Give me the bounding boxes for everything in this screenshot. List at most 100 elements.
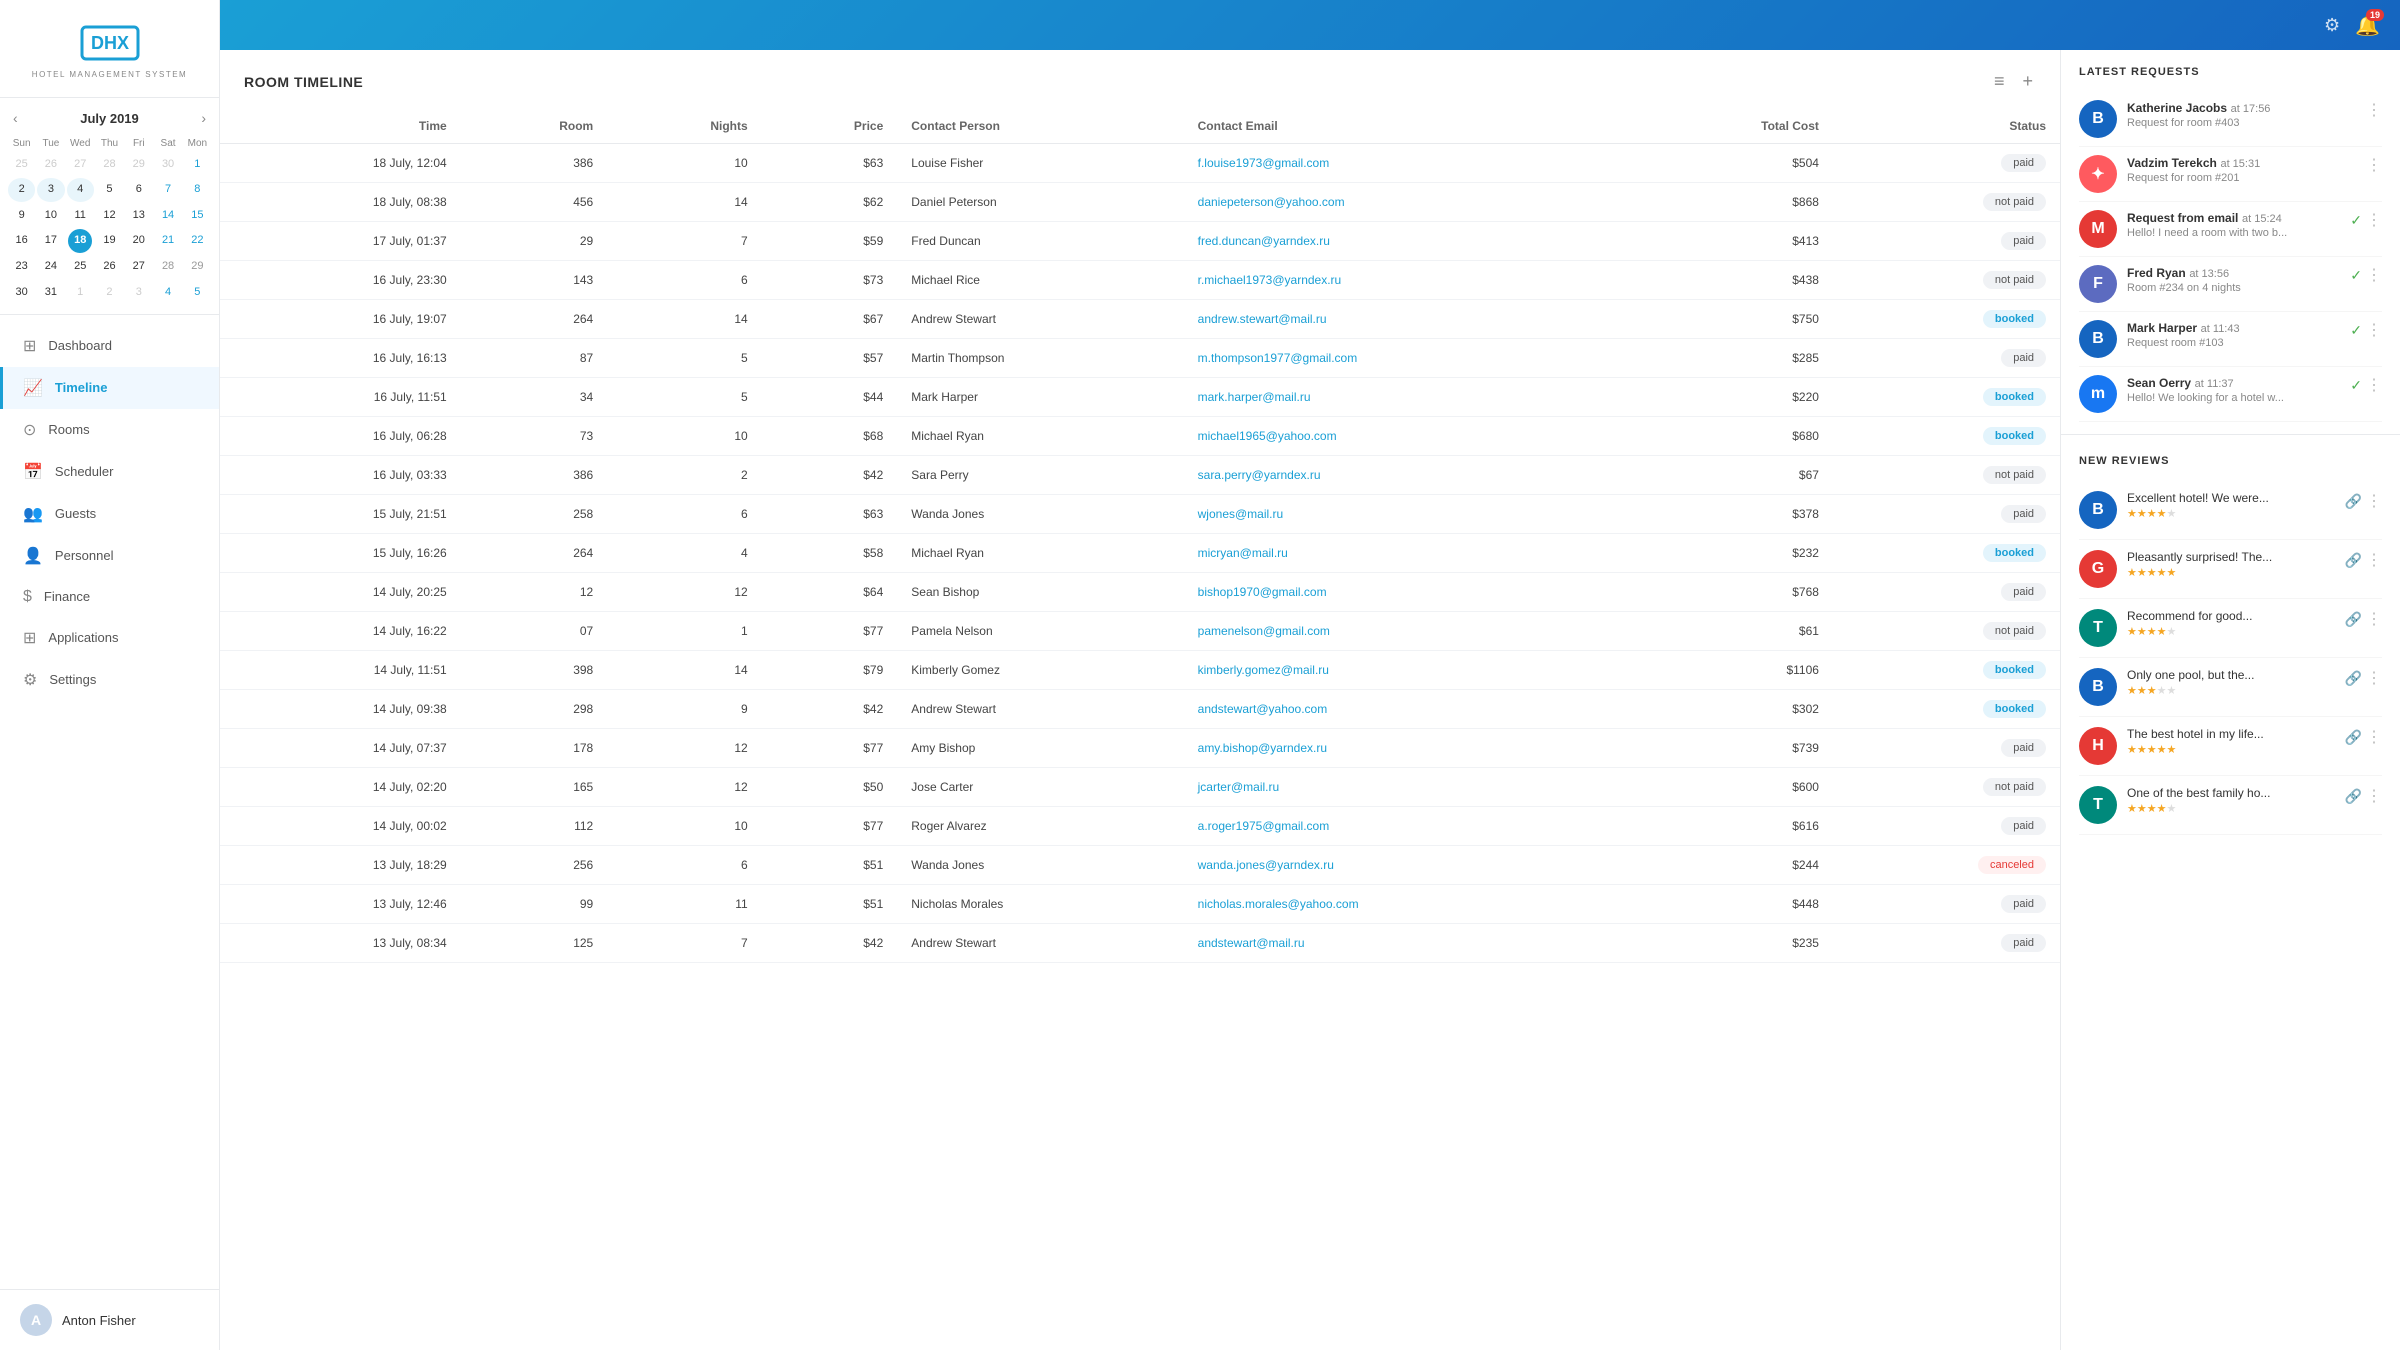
cal-day[interactable]: 26 <box>96 255 123 278</box>
table-row[interactable]: 16 July, 06:28 73 10 $68 Michael Ryan mi… <box>220 417 2060 456</box>
sidebar-item-dashboard[interactable]: ⊞ Dashboard <box>0 325 219 367</box>
table-row[interactable]: 16 July, 16:13 87 5 $57 Martin Thompson … <box>220 339 2060 378</box>
review-item[interactable]: B Excellent hotel! We were... ★★★★★ 🔗 ⋮ <box>2079 481 2382 540</box>
link-icon[interactable]: 🔗 <box>2345 788 2362 805</box>
cal-day[interactable]: 19 <box>96 229 123 253</box>
link-icon[interactable]: 🔗 <box>2345 552 2362 569</box>
cal-day[interactable]: 28 <box>154 255 181 278</box>
table-row[interactable]: 14 July, 16:22 07 1 $77 Pamela Nelson pa… <box>220 612 2060 651</box>
request-item[interactable]: ✦ Vadzim Terekch at 15:31 Request for ro… <box>2079 147 2382 202</box>
more-options-icon[interactable]: ⋮ <box>2366 727 2382 747</box>
cal-day[interactable]: 2 <box>8 178 35 201</box>
sidebar-item-personnel[interactable]: 👤 Personnel <box>0 535 219 577</box>
table-row[interactable]: 13 July, 08:34 125 7 $42 Andrew Stewart … <box>220 924 2060 963</box>
sidebar-item-finance[interactable]: $ Finance <box>0 577 219 617</box>
table-row[interactable]: 18 July, 12:04 386 10 $63 Louise Fisher … <box>220 144 2060 183</box>
more-options-icon[interactable]: ⋮ <box>2366 155 2382 175</box>
notifications-button[interactable]: 🔔 19 <box>2355 13 2380 38</box>
cal-day[interactable]: 3 <box>125 281 152 304</box>
calendar-prev-button[interactable]: ‹ <box>8 108 23 128</box>
cal-day[interactable]: 13 <box>125 204 152 227</box>
cal-day[interactable]: 28 <box>96 153 123 176</box>
review-item[interactable]: T Recommend for good... ★★★★★ 🔗 ⋮ <box>2079 599 2382 658</box>
cal-day[interactable]: 31 <box>37 281 64 304</box>
cal-day[interactable]: 5 <box>184 281 211 304</box>
request-item[interactable]: B Mark Harper at 11:43 Request room #103… <box>2079 312 2382 367</box>
cal-day[interactable]: 29 <box>184 255 211 278</box>
review-item[interactable]: B Only one pool, but the... ★★★★★ 🔗 ⋮ <box>2079 658 2382 717</box>
add-row-button[interactable]: + <box>2019 68 2036 95</box>
request-item[interactable]: F Fred Ryan at 13:56 Room #234 on 4 nigh… <box>2079 257 2382 312</box>
cal-day[interactable]: 21 <box>154 229 181 253</box>
table-row[interactable]: 13 July, 18:29 256 6 $51 Wanda Jones wan… <box>220 846 2060 885</box>
more-options-icon[interactable]: ⋮ <box>2366 668 2382 688</box>
sidebar-item-rooms[interactable]: ⊙ Rooms <box>0 409 219 451</box>
more-options-icon[interactable]: ⋮ <box>2366 210 2382 230</box>
cal-day[interactable]: 15 <box>184 204 211 227</box>
cal-day[interactable]: 14 <box>154 204 181 227</box>
cal-day[interactable]: 25 <box>67 255 94 278</box>
cal-day[interactable]: 5 <box>96 178 123 201</box>
cal-day[interactable]: 26 <box>37 153 64 176</box>
table-row[interactable]: 16 July, 19:07 264 14 $67 Andrew Stewart… <box>220 300 2060 339</box>
sidebar-item-applications[interactable]: ⊞ Applications <box>0 617 219 659</box>
cal-day[interactable]: 24 <box>37 255 64 278</box>
more-options-icon[interactable]: ⋮ <box>2366 320 2382 340</box>
request-item[interactable]: m Sean Oerry at 11:37 Hello! We looking … <box>2079 367 2382 422</box>
cal-day[interactable]: 30 <box>154 153 181 176</box>
table-row[interactable]: 14 July, 02:20 165 12 $50 Jose Carter jc… <box>220 768 2060 807</box>
table-row[interactable]: 13 July, 12:46 99 11 $51 Nicholas Morale… <box>220 885 2060 924</box>
table-row[interactable]: 18 July, 08:38 456 14 $62 Daniel Peterso… <box>220 183 2060 222</box>
cal-day[interactable]: 17 <box>37 229 64 253</box>
more-options-icon[interactable]: ⋮ <box>2366 375 2382 395</box>
link-icon[interactable]: 🔗 <box>2345 729 2362 746</box>
table-row[interactable]: 16 July, 11:51 34 5 $44 Mark Harper mark… <box>220 378 2060 417</box>
cal-day[interactable]: 8 <box>184 178 211 201</box>
table-row[interactable]: 14 July, 00:02 112 10 $77 Roger Alvarez … <box>220 807 2060 846</box>
cal-day[interactable]: 27 <box>67 153 94 176</box>
more-options-icon[interactable]: ⋮ <box>2366 609 2382 629</box>
cal-day[interactable]: 6 <box>125 178 152 201</box>
request-item[interactable]: M Request from email at 15:24 Hello! I n… <box>2079 202 2382 257</box>
table-row[interactable]: 14 July, 09:38 298 9 $42 Andrew Stewart … <box>220 690 2060 729</box>
table-row[interactable]: 14 July, 11:51 398 14 $79 Kimberly Gomez… <box>220 651 2060 690</box>
review-item[interactable]: T One of the best family ho... ★★★★★ 🔗 ⋮ <box>2079 776 2382 835</box>
cal-day[interactable]: 16 <box>8 229 35 253</box>
user-area[interactable]: A Anton Fisher <box>0 1289 219 1350</box>
more-options-icon[interactable]: ⋮ <box>2366 265 2382 285</box>
table-row[interactable]: 16 July, 23:30 143 6 $73 Michael Rice r.… <box>220 261 2060 300</box>
table-row[interactable]: 14 July, 07:37 178 12 $77 Amy Bishop amy… <box>220 729 2060 768</box>
cal-day[interactable]: 12 <box>96 204 123 227</box>
more-options-icon[interactable]: ⋮ <box>2366 786 2382 806</box>
cal-day[interactable]: 4 <box>154 281 181 304</box>
cal-day[interactable]: 25 <box>8 153 35 176</box>
cal-day[interactable]: 27 <box>125 255 152 278</box>
link-icon[interactable]: 🔗 <box>2345 670 2362 687</box>
cal-day[interactable]: 7 <box>154 178 181 201</box>
cal-day[interactable]: 3 <box>37 178 64 201</box>
cal-day[interactable]: 11 <box>67 204 94 227</box>
link-icon[interactable]: 🔗 <box>2345 611 2362 628</box>
sidebar-item-guests[interactable]: 👥 Guests <box>0 493 219 535</box>
cal-day-today[interactable]: 18 <box>68 229 92 253</box>
table-row[interactable]: 14 July, 20:25 12 12 $64 Sean Bishop bis… <box>220 573 2060 612</box>
request-item[interactable]: B Katherine Jacobs at 17:56 Request for … <box>2079 92 2382 147</box>
table-row[interactable]: 15 July, 21:51 258 6 $63 Wanda Jones wjo… <box>220 495 2060 534</box>
cal-day[interactable]: 4 <box>67 178 94 201</box>
cal-day[interactable]: 10 <box>37 204 64 227</box>
cal-day[interactable]: 22 <box>184 229 211 253</box>
filter-table-button[interactable]: ≡ <box>1991 68 2008 95</box>
sidebar-item-scheduler[interactable]: 📅 Scheduler <box>0 451 219 493</box>
calendar-next-button[interactable]: › <box>196 108 211 128</box>
cal-day[interactable]: 1 <box>184 153 211 176</box>
table-row[interactable]: 16 July, 03:33 386 2 $42 Sara Perry sara… <box>220 456 2060 495</box>
cal-day[interactable]: 23 <box>8 255 35 278</box>
cal-day[interactable]: 29 <box>125 153 152 176</box>
cal-day[interactable]: 2 <box>96 281 123 304</box>
more-options-icon[interactable]: ⋮ <box>2366 491 2382 511</box>
cal-day[interactable]: 1 <box>67 281 94 304</box>
cal-day[interactable]: 9 <box>8 204 35 227</box>
link-icon[interactable]: 🔗 <box>2345 493 2362 510</box>
table-row[interactable]: 17 July, 01:37 29 7 $59 Fred Duncan fred… <box>220 222 2060 261</box>
review-item[interactable]: G Pleasantly surprised! The... ★★★★★ 🔗 ⋮ <box>2079 540 2382 599</box>
